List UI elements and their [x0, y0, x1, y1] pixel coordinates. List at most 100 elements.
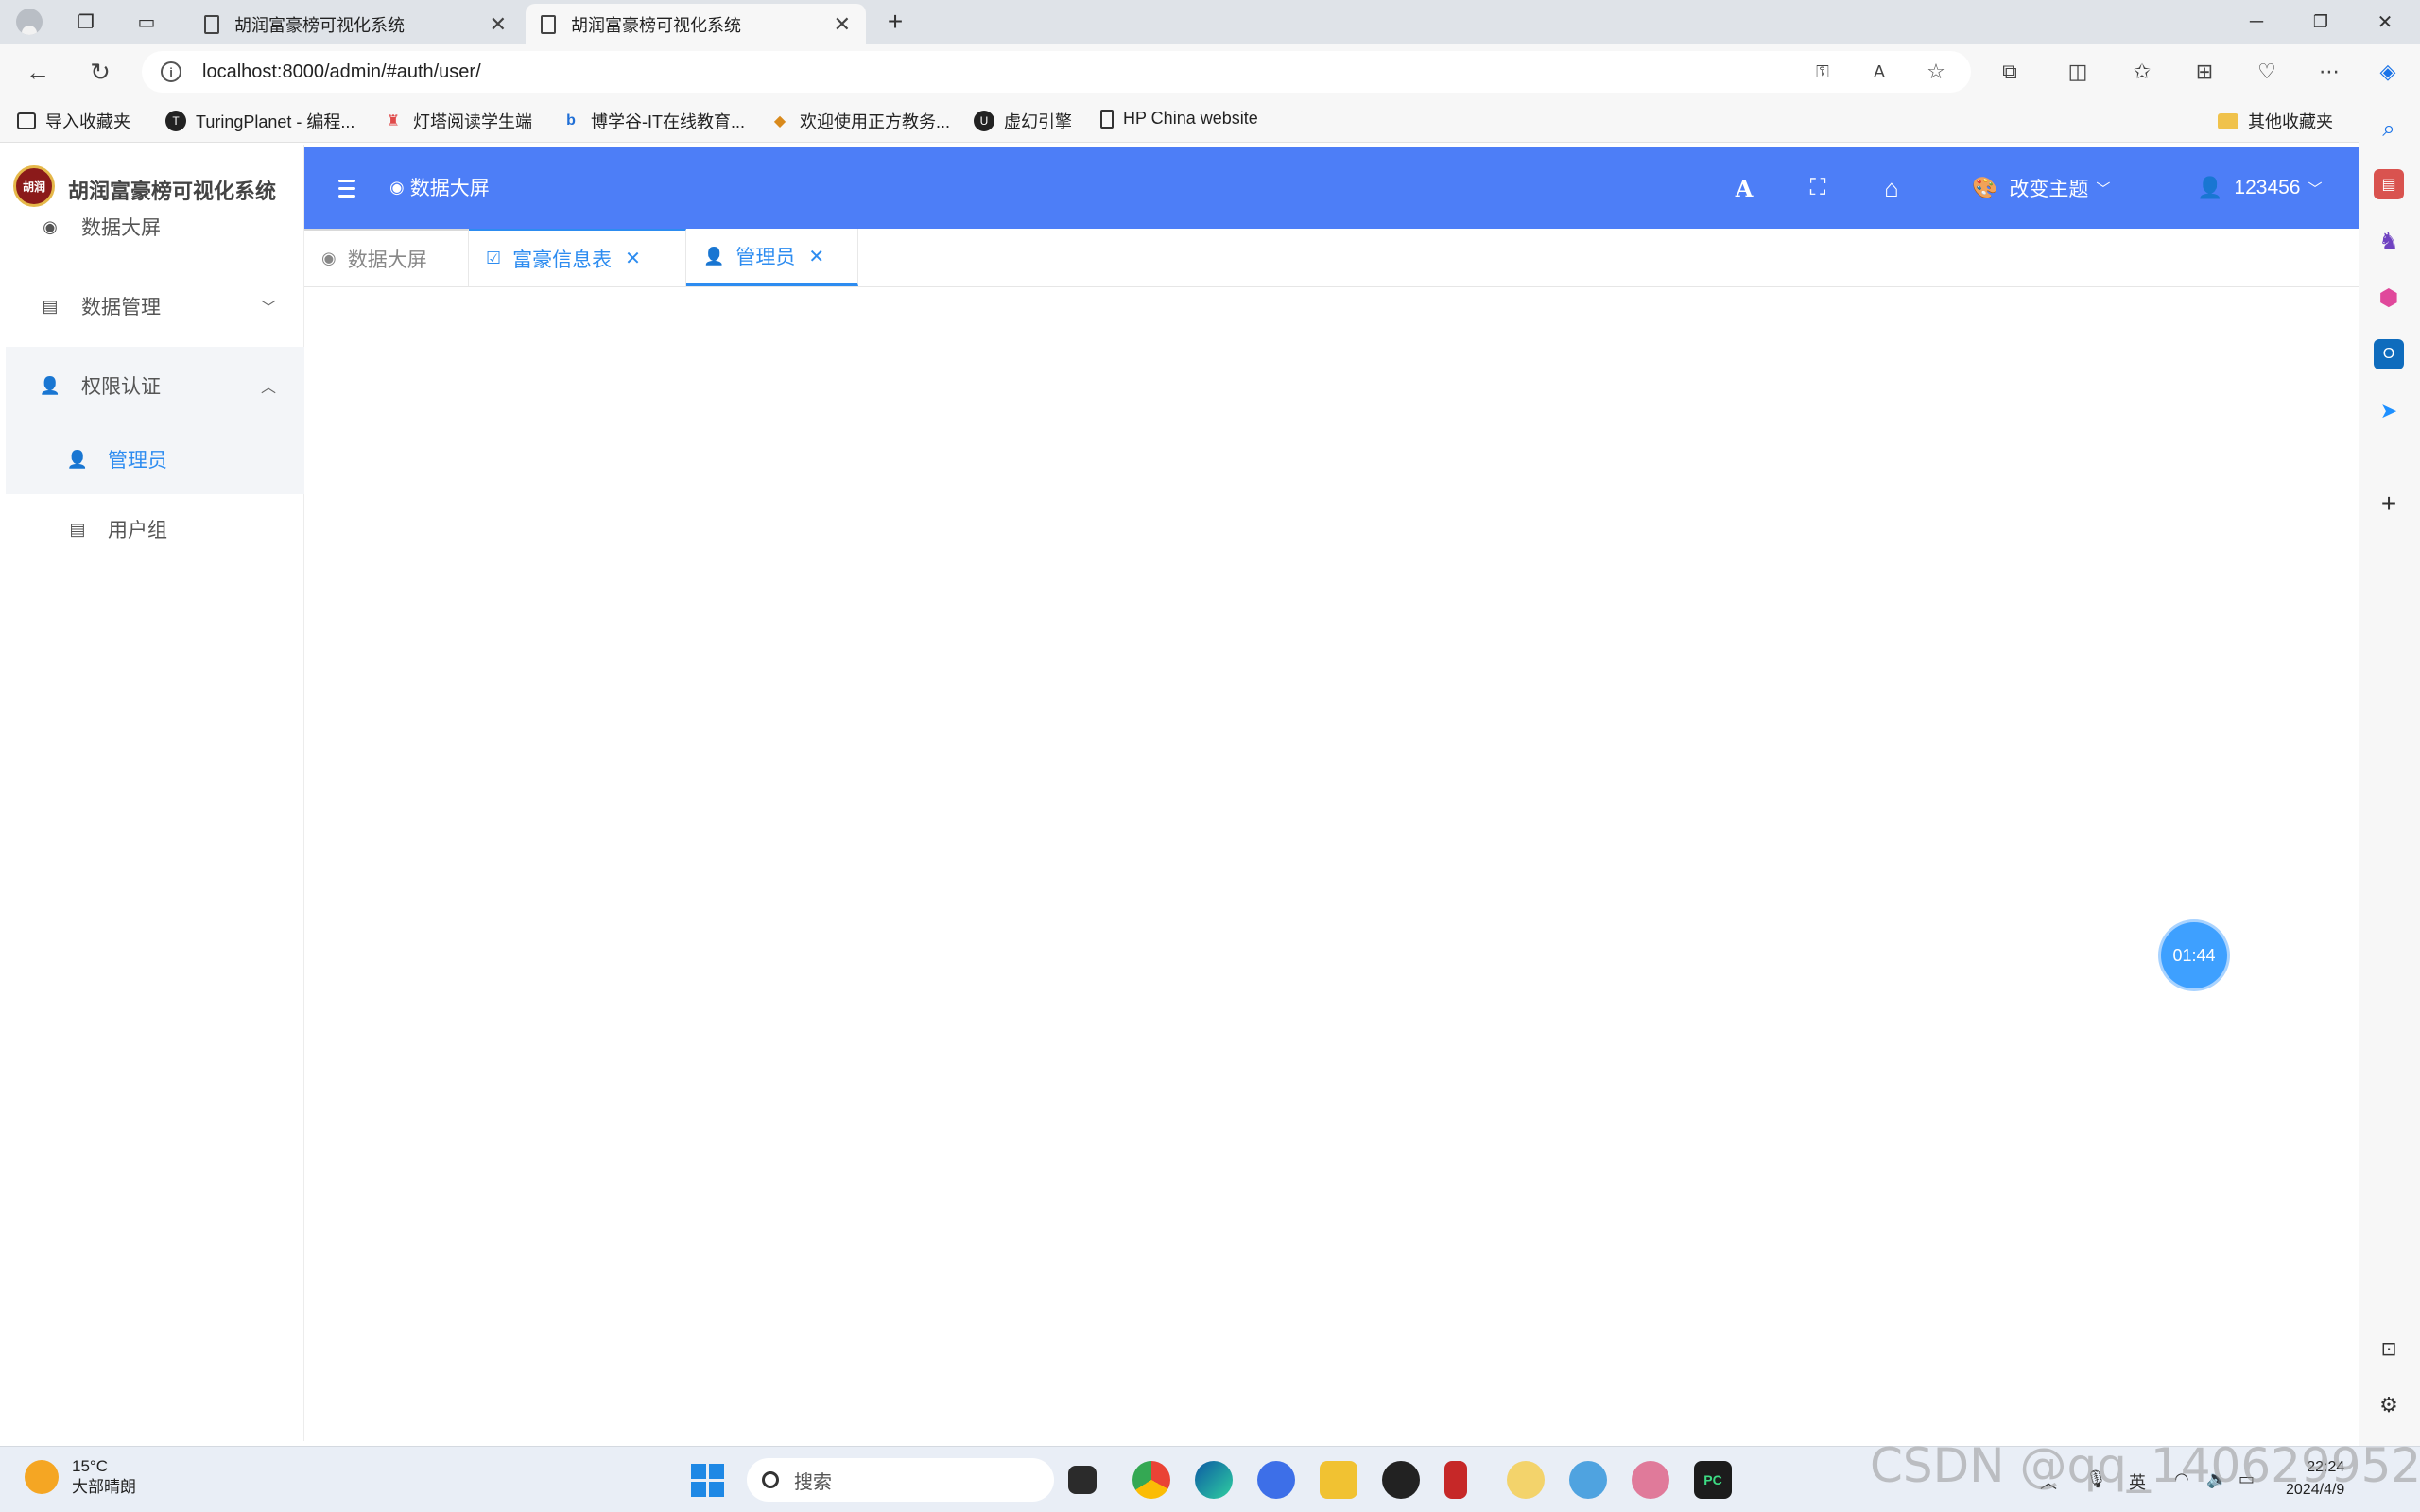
folder-icon [2218, 112, 2238, 129]
fullscreen-icon[interactable]: ⛶ [1804, 147, 1832, 229]
sidebar-item-label: 数据大屏 [81, 217, 161, 239]
theme-dropdown[interactable]: 🎨 改变主题 ﹀ [1972, 147, 2110, 229]
file-explorer-icon[interactable] [1320, 1461, 1357, 1499]
weather-widget[interactable]: 15°C 大部晴朗 [25, 1456, 136, 1498]
url-input[interactable]: i localhost:8000/admin/#auth/user/ [142, 51, 1971, 93]
browser-tab-2[interactable]: 胡润富豪榜可视化系统 ✕ [526, 4, 866, 44]
start-icon[interactable] [688, 1461, 726, 1499]
chess-icon[interactable]: ♞ [2374, 226, 2404, 256]
watermark: CSDN @qq_1406299528 [1870, 1438, 2420, 1493]
profile-icon[interactable] [15, 8, 43, 36]
font-size-icon[interactable]: A [1730, 147, 1758, 229]
sidebar-item-data-screen[interactable]: ◉ 数据大屏 [6, 188, 304, 266]
bookmark-boxuegu[interactable]: b 博学谷-IT在线教育... [561, 109, 745, 133]
bookmark-unreal[interactable]: U 虚幻引擎 [974, 109, 1072, 133]
user-dropdown[interactable]: 👤 123456 ﹀ [2197, 147, 2323, 229]
home-icon[interactable]: ⌂ [1877, 147, 1906, 229]
boxuegu-icon: b [566, 112, 576, 129]
url-text: localhost:8000/admin/#auth/user/ [202, 60, 481, 82]
page-icon [541, 14, 556, 34]
close-icon[interactable]: ✕ [625, 247, 641, 270]
search-placeholder: 搜索 [794, 1471, 832, 1493]
browser-essentials-icon[interactable]: ♡ [2252, 57, 2282, 87]
qq-icon[interactable] [1382, 1461, 1420, 1499]
bookmarks-bar: 导入收藏夹 T TuringPlanet - 编程... ♜ 灯塔阅读学生端 b… [0, 99, 2420, 143]
browser-tab-1[interactable]: 胡润富豪榜可视化系统 ✕ [189, 4, 522, 44]
user-lock-icon: 👤 [39, 375, 61, 395]
favorites-icon[interactable]: ✩ [2127, 57, 2157, 87]
header-title: 数据大屏 [409, 178, 490, 199]
sidebar-item-label: 用户组 [108, 520, 167, 541]
bookmark-other-folder[interactable]: 其他收藏夹 [2218, 109, 2333, 133]
collections-icon[interactable]: ⊞ [2189, 57, 2220, 87]
header-title-link[interactable]: ◉ 数据大屏 [389, 173, 490, 201]
minimize-icon[interactable]: ─ [2242, 8, 2271, 36]
edge-icon[interactable] [1195, 1461, 1233, 1499]
tab-actions-icon[interactable]: ▭ [132, 8, 161, 36]
copilot-icon[interactable]: ◈ [2373, 57, 2403, 87]
task-view-icon[interactable] [1068, 1466, 1097, 1494]
pycharm-icon[interactable]: PC [1694, 1461, 1732, 1499]
new-tab-icon[interactable]: + [881, 7, 909, 36]
back-icon[interactable]: ← [23, 57, 53, 87]
outlook-icon[interactable]: O [2374, 339, 2404, 369]
bookmark-lighthouse[interactable]: ♜ 灯塔阅读学生端 [383, 109, 532, 133]
bookmark-turingplanet[interactable]: T TuringPlanet - 编程... [165, 109, 354, 133]
tools-icon[interactable]: ▤ [2374, 169, 2404, 199]
username: 123456 [2234, 177, 2301, 198]
info-icon[interactable]: i [161, 61, 182, 82]
folder-app-icon[interactable] [1507, 1461, 1545, 1499]
close-icon[interactable]: ✕ [490, 12, 507, 37]
split-screen-icon[interactable]: ◫ [2063, 57, 2093, 87]
chevron-down-icon: ﹀ [2096, 180, 2111, 198]
theme-label: 改变主题 [2009, 179, 2089, 200]
menu-toggle-icon[interactable] [333, 147, 361, 229]
workspaces-icon[interactable]: ❐ [72, 8, 100, 36]
tab-admin[interactable]: 👤 管理员 ✕ [686, 229, 858, 286]
unreal-icon: U [974, 111, 994, 131]
add-icon[interactable]: + [2374, 489, 2404, 519]
edge-sidebar: ⌕ ▤ ♞ ⬢ O ➤ + ⊡ ⚙ [2359, 99, 2420, 1446]
eye-icon: ◉ [321, 249, 337, 267]
close-icon[interactable]: ✕ [834, 12, 851, 37]
restore-icon[interactable]: ❐ [2307, 8, 2335, 36]
weather-desc: 大部晴朗 [72, 1478, 136, 1496]
timer-badge[interactable]: 01:44 [2161, 922, 2227, 988]
chrome-icon[interactable] [1132, 1461, 1170, 1499]
bookmark-hp[interactable]: HP China website [1100, 109, 1258, 129]
chevron-up-icon: ︿ [260, 380, 276, 396]
sidebar-item-data-management[interactable]: ▤ 数据管理 ﹀ [6, 267, 304, 345]
search-icon[interactable]: ⌕ [2374, 114, 2404, 145]
settings-gear-icon[interactable]: ⚙ [2374, 1390, 2404, 1420]
extensions-icon[interactable]: ⧉ [1995, 57, 2025, 87]
close-icon[interactable]: ✕ [808, 245, 824, 268]
office-icon[interactable]: ⬢ [2374, 283, 2404, 313]
window-close-icon[interactable]: ✕ [2371, 8, 2399, 36]
read-aloud-icon[interactable]: A [1864, 57, 1894, 87]
tab-rich-list[interactable]: ☑ 富豪信息表 ✕ [469, 229, 686, 286]
sidebar-subitem-admin[interactable]: 👤 管理员 [6, 424, 304, 494]
tab-data-screen[interactable]: ◉ 数据大屏 [304, 229, 469, 286]
sidebar-item-label: 数据管理 [81, 297, 161, 318]
table-icon: ▤ [69, 519, 86, 539]
sidebar-subitem-user-group[interactable]: ▤ 用户组 [6, 494, 304, 564]
sidebar-item-auth[interactable]: 👤 权限认证 ︿ [6, 347, 304, 424]
hide-sidebar-icon[interactable]: ⊡ [2374, 1333, 2404, 1364]
address-bar-row: ← ↻ i localhost:8000/admin/#auth/user/ ⚿… [0, 44, 2420, 99]
eye-icon: ◉ [43, 216, 58, 236]
favorite-star-icon[interactable]: ☆ [1921, 57, 1951, 87]
browser-tab-title: 胡润富豪榜可视化系统 [571, 15, 741, 35]
bookmark-zhengfang[interactable]: ◆ 欢迎使用正方教务... [769, 109, 950, 133]
key-icon[interactable]: ⚿ [1807, 57, 1838, 87]
character-icon[interactable] [1632, 1461, 1669, 1499]
more-menu-icon[interactable]: ⋯ [2314, 57, 2344, 87]
user-icon: 👤 [66, 449, 89, 469]
app-circle-icon[interactable] [1257, 1461, 1295, 1499]
red-app-icon[interactable] [1444, 1461, 1467, 1499]
bookmark-label: 虚幻引擎 [1004, 112, 1072, 131]
chat-icon[interactable] [1569, 1461, 1607, 1499]
taskbar-search-input[interactable]: 搜索 [747, 1458, 1054, 1502]
bookmark-import[interactable]: 导入收藏夹 [17, 109, 130, 133]
refresh-icon[interactable]: ↻ [85, 57, 115, 87]
send-icon[interactable]: ➤ [2374, 396, 2404, 426]
